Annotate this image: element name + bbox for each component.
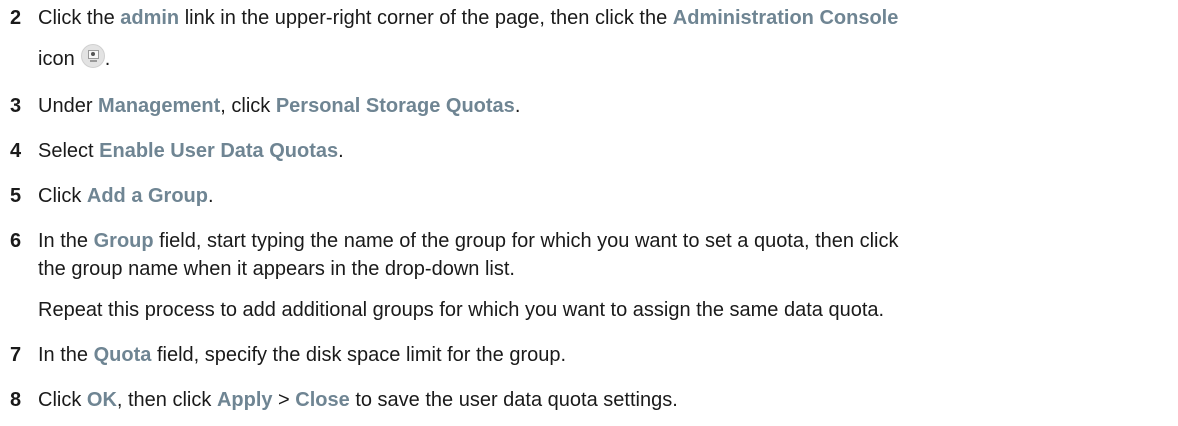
administration-console-icon bbox=[80, 44, 105, 68]
step-8: 8 Click OK, then click Apply > Close to … bbox=[0, 386, 1170, 414]
step-4: 4 Select Enable User Data Quotas. bbox=[0, 137, 1170, 165]
step-6-note: Repeat this process to add additional gr… bbox=[38, 299, 885, 321]
add-a-group-label: Add a Group bbox=[86, 185, 208, 207]
step-text: In the Group field, start typing the nam… bbox=[38, 230, 899, 252]
step-number: 8 bbox=[10, 389, 22, 411]
step-text: Under Management, click Personal Storage… bbox=[38, 95, 521, 117]
step-number: 4 bbox=[10, 140, 22, 162]
step-7: 7 In the Quota field, specify the disk s… bbox=[0, 341, 1170, 369]
step-number: 2 bbox=[10, 7, 22, 29]
step-6-line-2: the group name when it appears in the dr… bbox=[38, 258, 515, 280]
step-text: Click the admin link in the upper-right … bbox=[38, 7, 899, 29]
administration-console-label: Administration Console bbox=[672, 7, 899, 29]
step-2: 2 Click the admin link in the upper-righ… bbox=[0, 4, 1170, 32]
step-number: 3 bbox=[10, 95, 22, 117]
step-5: 5 Click Add a Group. bbox=[0, 182, 1170, 210]
step-number: 7 bbox=[10, 344, 22, 366]
apply-label: Apply bbox=[216, 389, 273, 411]
step-text: In the Quota field, specify the disk spa… bbox=[38, 344, 567, 366]
admin-link-label: admin bbox=[120, 7, 180, 29]
quota-field-label: Quota bbox=[93, 344, 152, 366]
step-number: 6 bbox=[10, 230, 22, 252]
step-2-line-2: icon. bbox=[0, 44, 1170, 73]
close-label: Close bbox=[295, 389, 350, 411]
personal-storage-quotas-label: Personal Storage Quotas bbox=[275, 95, 515, 117]
step-text: Select Enable User Data Quotas. bbox=[38, 140, 344, 162]
management-label: Management bbox=[98, 95, 221, 117]
step-3: 3 Under Management, click Personal Stora… bbox=[0, 92, 1170, 120]
group-field-label: Group bbox=[93, 230, 154, 252]
step-text: Click OK, then click Apply > Close to sa… bbox=[38, 389, 678, 411]
step-number: 5 bbox=[10, 185, 22, 207]
step-6: 6 In the Group field, start typing the n… bbox=[0, 227, 1170, 255]
enable-user-data-quotas-label: Enable User Data Quotas bbox=[99, 140, 339, 162]
step-text: Click Add a Group. bbox=[38, 185, 214, 207]
ok-label: OK bbox=[86, 389, 117, 411]
